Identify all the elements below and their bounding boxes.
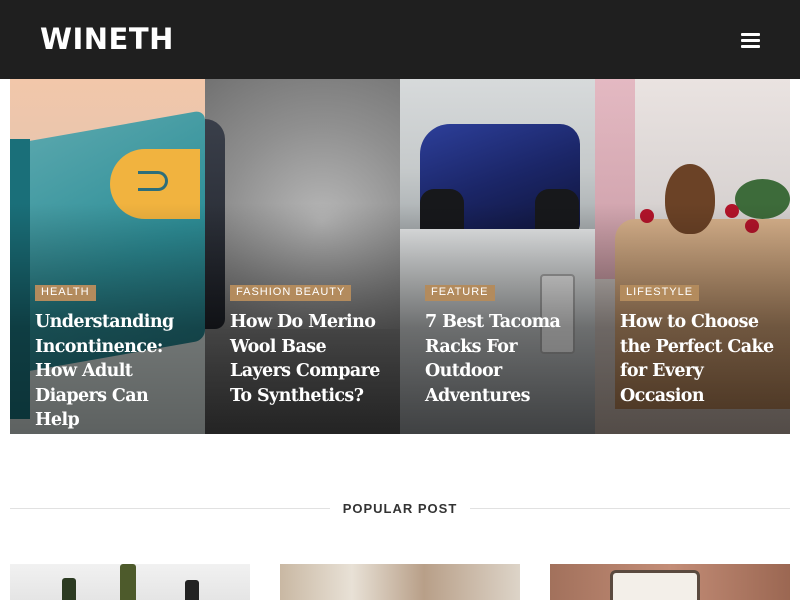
post-title[interactable]: How Do Merino Wool Base Layers Compare T…: [230, 310, 390, 408]
popular-post-thumbnail[interactable]: [10, 564, 250, 600]
featured-post-card[interactable]: FASHION BEAUTY How Do Merino Wool Base L…: [205, 79, 400, 434]
category-badge[interactable]: HEALTH: [35, 285, 96, 301]
popular-post-section-header: POPULAR POST: [10, 496, 790, 522]
featured-slider: HEALTH Understanding Incontinence: How A…: [10, 79, 790, 434]
site-header: WINETH: [0, 0, 800, 79]
post-title[interactable]: 7 Best Tacoma Racks For Outdoor Adventur…: [425, 310, 585, 408]
category-badge[interactable]: FEATURE: [425, 285, 495, 301]
featured-post-card[interactable]: LIFESTYLE How to Choose the Perfect Cake…: [595, 79, 790, 434]
featured-post-card[interactable]: HEALTH Understanding Incontinence: How A…: [10, 79, 205, 434]
divider: [470, 508, 790, 509]
popular-post-thumbnail[interactable]: [550, 564, 790, 600]
featured-post-card[interactable]: FEATURE 7 Best Tacoma Racks For Outdoor …: [400, 79, 595, 434]
category-badge[interactable]: FASHION BEAUTY: [230, 285, 352, 301]
category-badge[interactable]: LIFESTYLE: [620, 285, 700, 301]
hamburger-icon[interactable]: [736, 27, 766, 53]
post-title[interactable]: Understanding Incontinence: How Adult Di…: [35, 310, 195, 433]
popular-post-thumbnail[interactable]: [280, 564, 520, 600]
site-logo[interactable]: WINETH: [40, 20, 174, 58]
post-title[interactable]: How to Choose the Perfect Cake for Every…: [620, 310, 780, 408]
